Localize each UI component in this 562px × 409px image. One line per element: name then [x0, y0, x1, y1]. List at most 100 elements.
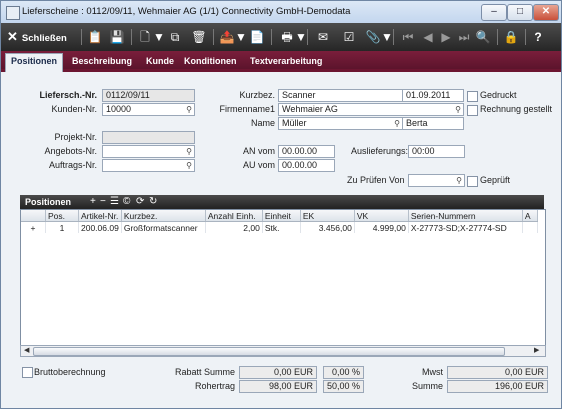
gedruckt-label: Gedruckt	[480, 90, 517, 100]
an-vom-label: AN vom	[242, 146, 275, 156]
kunden-label: Kunden-Nr.	[51, 104, 97, 114]
remove-row-icon[interactable]: −	[100, 196, 106, 208]
rechnung-checkbox[interactable]	[467, 105, 478, 116]
expand-icon[interactable]: +	[21, 221, 46, 233]
rohertrag-label: Rohertrag	[194, 381, 235, 391]
attachment-icon[interactable]: 📎	[365, 28, 381, 46]
tab-beschreibung[interactable]: Beschreibung	[67, 54, 137, 69]
gedruckt-checkbox[interactable]	[467, 91, 478, 102]
rabatt-pct-field: 0,00 %	[323, 366, 364, 379]
kurzbez-field[interactable]: Scanner	[278, 89, 403, 102]
help-icon[interactable]: ?	[531, 28, 545, 46]
cell-pos: 1	[45, 221, 79, 233]
lock-icon[interactable]: 🔒	[503, 28, 519, 46]
tab-konditionen[interactable]: Konditionen	[179, 54, 242, 69]
toolbar-separator	[307, 29, 308, 45]
lieferschein-field[interactable]: 0112/09/11	[102, 89, 195, 102]
auftrag-field[interactable]: ⚲	[102, 159, 195, 172]
title-bar: Lieferscheine : 0112/09/11, Wehmaier AG …	[1, 1, 561, 24]
new-document-icon[interactable]: 🗋	[137, 28, 153, 46]
duplicate-icon[interactable]: ⧉	[167, 28, 183, 46]
column-header[interactable]: Artikel-Nr.	[78, 210, 122, 222]
tab-positionen[interactable]: Positionen	[5, 53, 64, 72]
toolbar-separator	[393, 29, 394, 45]
firmenname-field[interactable]: Wehmaier AG ⚲	[278, 103, 464, 116]
email-icon[interactable]: ✉	[315, 28, 331, 46]
lookup-icon[interactable]: ⚲	[455, 104, 461, 115]
search-icon[interactable]: 🔍	[475, 28, 491, 46]
positions-table: Pos. Artikel-Nr. Kurzbez. Anzahl Einh. E…	[21, 210, 538, 233]
angebot-field[interactable]: ⚲	[102, 145, 195, 158]
column-header[interactable]: EK	[300, 210, 355, 222]
column-header[interactable]: A	[522, 210, 538, 222]
add-row-icon[interactable]: +	[90, 196, 96, 208]
table-row[interactable]: + 1 200.06.09 Großformatscanner 2,00 Stk…	[21, 221, 538, 233]
auftrag-label: Auftrags-Nr.	[48, 160, 97, 170]
document-form: Liefersch.-Nr. 0112/09/11 Kunden-Nr. 100…	[1, 72, 561, 194]
column-header[interactable]: Einheit	[262, 210, 301, 222]
copy-row-icon[interactable]: ©	[123, 196, 130, 208]
au-vom-field[interactable]: 00.00.00	[278, 159, 335, 172]
column-header[interactable]: VK	[354, 210, 409, 222]
cell-kurzbez: Großformatscanner	[121, 221, 206, 233]
first-record-icon[interactable]: ⏮	[401, 28, 415, 46]
toolbar-separator	[81, 29, 82, 45]
last-record-icon[interactable]: ⏭	[457, 28, 471, 46]
close-window-button[interactable]: ✕	[533, 4, 559, 21]
lookup-icon[interactable]: ⚲	[394, 118, 400, 129]
tab-kunde[interactable]: Kunde	[141, 54, 179, 69]
document-icon[interactable]: 📄	[249, 28, 265, 46]
refresh-icon[interactable]: ⟳	[136, 196, 144, 208]
lookup-icon[interactable]: ⚲	[186, 104, 192, 115]
print-icon[interactable]: 🖶	[279, 28, 295, 46]
cell-anzahl: 2,00	[205, 221, 263, 233]
app-icon	[6, 6, 20, 20]
close-button[interactable]: ✕ Schließen	[7, 28, 77, 46]
lieferschein-label: Liefersch.-Nr.	[39, 90, 97, 100]
mwst-label: Mwst	[422, 367, 443, 377]
minimize-button[interactable]: –	[481, 4, 507, 21]
date-field[interactable]: 01.09.2011	[402, 89, 464, 102]
delete-icon[interactable]: 🗑	[191, 28, 207, 46]
geprueft-checkbox[interactable]	[467, 176, 478, 187]
kunden-field[interactable]: 10000 ⚲	[102, 103, 195, 116]
save-icon[interactable]: 💾	[109, 28, 125, 46]
lookup-icon[interactable]: ⚲	[186, 160, 192, 171]
firmenname-label: Firmenname1	[219, 104, 275, 114]
tab-textverarbeitung[interactable]: Textverarbeitung	[245, 54, 327, 69]
auslieferung-field[interactable]: 00:00	[408, 145, 465, 158]
scroll-left-icon[interactable]: ◀	[24, 346, 29, 356]
close-button-label: Schließen	[21, 33, 67, 44]
copy-document-icon[interactable]: 📋	[87, 28, 103, 46]
lookup-icon[interactable]: ⚲	[456, 175, 462, 186]
list-icon[interactable]: ☰	[110, 196, 119, 208]
toolbar-separator	[213, 29, 214, 45]
toolbar-separator	[271, 29, 272, 45]
scroll-thumb[interactable]	[33, 347, 505, 356]
an-vom-field[interactable]: 00.00.00	[278, 145, 335, 158]
geprueft-label: Geprüft	[480, 175, 511, 185]
column-header[interactable]	[21, 210, 46, 222]
column-header[interactable]: Anzahl Einh.	[205, 210, 263, 222]
positions-title: Positionen	[25, 197, 72, 207]
horizontal-scrollbar[interactable]: ◀ ▶	[20, 345, 546, 357]
column-header[interactable]: Serien-Nummern	[408, 210, 523, 222]
projekt-field[interactable]	[102, 131, 195, 144]
toolbar-separator	[525, 29, 526, 45]
column-header[interactable]: Kurzbez.	[121, 210, 206, 222]
vorname-field[interactable]: Berta	[402, 117, 464, 130]
positions-header: Positionen + − ☰ © ⟳ ↻	[20, 195, 544, 209]
checkmark-icon[interactable]: ☑	[341, 28, 357, 46]
column-header[interactable]: Pos.	[45, 210, 79, 222]
maximize-button[interactable]: □	[507, 4, 533, 21]
brutto-checkbox[interactable]	[22, 367, 33, 378]
lookup-icon[interactable]: ⚲	[186, 146, 192, 157]
reload-icon[interactable]: ↻	[149, 196, 157, 208]
previous-record-icon[interactable]: ◀	[421, 28, 435, 46]
zu-pruefen-field[interactable]: ⚲	[408, 174, 465, 187]
scroll-right-icon[interactable]: ▶	[534, 346, 539, 356]
name-field[interactable]: Müller ⚲	[278, 117, 403, 130]
next-record-icon[interactable]: ▶	[439, 28, 453, 46]
export-icon[interactable]: 📤	[219, 28, 235, 46]
rabatt-label: Rabatt Summe	[174, 367, 235, 377]
